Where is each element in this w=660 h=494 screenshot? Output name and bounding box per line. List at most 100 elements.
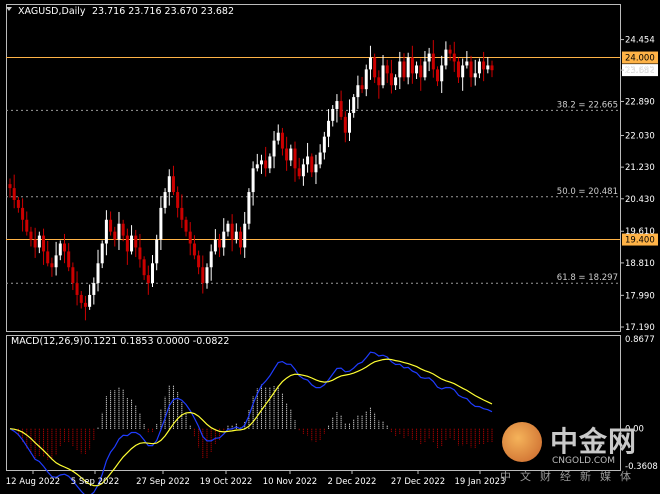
logo-emblem-icon <box>502 422 542 462</box>
bear-candle <box>431 53 435 70</box>
bear-candle <box>138 247 142 260</box>
bull-candle <box>327 120 331 137</box>
bull-candle <box>163 192 167 208</box>
bull-candle <box>306 156 310 165</box>
fib-level-label: 61.8 = 18.297 <box>557 273 618 283</box>
y-tick-label: 19.610 <box>625 227 655 237</box>
price-candles <box>8 40 494 321</box>
symbol-label: XAGUSD,Daily <box>18 6 86 17</box>
bull-candle <box>272 140 276 157</box>
bull-candle <box>423 61 427 78</box>
bull-candle <box>318 152 322 165</box>
bear-candle <box>377 77 381 86</box>
bull-candle <box>104 219 108 244</box>
bull-candle <box>301 164 305 177</box>
bull-candle <box>251 168 255 193</box>
bull-candle <box>394 77 398 86</box>
bull-candle <box>314 164 318 173</box>
bull-candle <box>130 235 134 252</box>
bull-candle <box>255 164 259 169</box>
cngold-logo: 中金网 CNGOLD.COM 中文财经新媒体 <box>498 420 656 483</box>
bull-candle <box>96 263 100 284</box>
y-tick-label: 23.682 <box>625 66 655 76</box>
macd-line <box>9 351 493 494</box>
bear-candle <box>239 231 243 248</box>
bull-candle <box>37 235 41 248</box>
bull-candle <box>276 132 280 141</box>
bull-candle <box>347 112 351 133</box>
bear-candle <box>8 184 12 189</box>
bull-candle <box>486 65 490 70</box>
bear-candle <box>339 101 343 117</box>
bull-candle <box>415 65 419 74</box>
bear-candle <box>218 239 222 248</box>
logo-name: 中金网 <box>550 425 638 458</box>
bull-candle <box>226 223 230 232</box>
y-tick-label: 22.030 <box>625 131 655 141</box>
bear-candle <box>25 219 29 232</box>
bear-candle <box>452 53 456 62</box>
macd-values: 0.1221 0.1853 0.0000 -0.0822 <box>84 336 229 347</box>
bull-candle <box>54 255 58 268</box>
bull-candle <box>268 156 272 169</box>
bear-candle <box>230 223 234 240</box>
y-tick-label: 18.810 <box>625 259 655 269</box>
bull-candle <box>88 294 92 307</box>
bull-candle <box>465 61 469 66</box>
bear-candle <box>280 132 284 149</box>
bear-candle <box>67 251 71 268</box>
bull-candle <box>477 61 481 74</box>
bull-candle <box>368 57 372 70</box>
bear-candle <box>297 168 301 177</box>
bull-candle <box>322 136 326 153</box>
bull-candle <box>92 283 96 295</box>
bull-candle <box>234 231 238 240</box>
bear-candle <box>50 263 54 268</box>
bull-candle <box>159 207 163 240</box>
x-tick-label: 2 Dec 2022 <box>328 477 377 487</box>
bull-candle <box>406 57 410 78</box>
bear-candle <box>192 243 196 256</box>
bull-candle <box>205 267 209 284</box>
bear-candle <box>410 57 414 74</box>
bear-candle <box>171 176 175 193</box>
bull-candle <box>473 73 477 78</box>
bear-candle <box>16 199 20 208</box>
bull-candle <box>213 239 217 252</box>
bull-candle <box>364 69 368 90</box>
bull-candle <box>100 243 104 264</box>
bear-candle <box>180 207 184 220</box>
bull-candle <box>461 65 465 78</box>
bull-candle <box>289 148 293 161</box>
bear-candle <box>42 235 46 252</box>
bear-candle <box>264 160 268 169</box>
bull-candle <box>222 231 226 248</box>
x-tick-label: 27 Sep 2022 <box>136 477 190 487</box>
bull-candle <box>259 160 263 165</box>
bear-candle <box>83 302 87 307</box>
x-tick-label: 19 Oct 2022 <box>200 477 253 487</box>
bear-candle <box>188 231 192 244</box>
bull-candle <box>243 223 247 248</box>
bull-candle <box>444 49 448 66</box>
bear-candle <box>482 61 486 70</box>
bear-candle <box>75 283 79 295</box>
bull-candle <box>247 192 251 224</box>
bull-candle <box>352 97 356 113</box>
bear-candle <box>46 251 50 264</box>
bear-candle <box>469 61 473 78</box>
bear-candle <box>109 219 113 232</box>
bear-candle <box>71 267 75 284</box>
bear-candle <box>125 235 129 252</box>
bull-candle <box>58 243 62 256</box>
bull-candle <box>398 61 402 78</box>
bear-candle <box>176 192 180 208</box>
y-tick-label: 24.454 <box>625 36 655 46</box>
bull-candle <box>331 108 335 121</box>
bull-candle <box>167 176 171 193</box>
bull-candle <box>117 223 121 240</box>
bear-candle <box>360 85 364 90</box>
bull-candle <box>151 263 155 284</box>
bear-candle <box>293 148 297 169</box>
bear-candle <box>33 239 37 248</box>
